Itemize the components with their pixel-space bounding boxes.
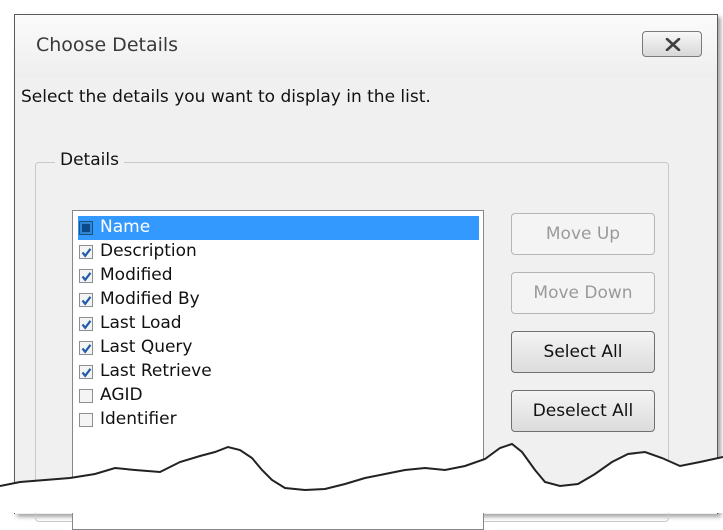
title-bar[interactable]: Choose Details [15, 15, 717, 77]
list-item-description[interactable]: Description [78, 240, 479, 264]
list-item-label: Last Load [100, 313, 182, 333]
checkbox[interactable] [79, 317, 93, 331]
list-item-modified[interactable]: Modified [78, 264, 479, 288]
select-all-button[interactable]: Select All [511, 331, 655, 373]
check-icon [81, 320, 92, 330]
list-item-label: Identifier [100, 409, 177, 429]
check-icon [81, 344, 92, 354]
close-button[interactable] [642, 31, 702, 57]
list-item-label: Last Query [100, 337, 193, 357]
checkbox[interactable] [79, 341, 93, 355]
checkbox[interactable] [79, 389, 93, 403]
check-icon [81, 248, 92, 258]
list-item-label: AGID [100, 385, 143, 405]
details-group-label: Details [55, 150, 124, 170]
checkbox[interactable] [79, 365, 93, 379]
check-icon [81, 296, 92, 306]
list-item-identifier[interactable]: Identifier [78, 408, 479, 432]
close-icon [665, 38, 681, 51]
check-icon [81, 272, 92, 282]
list-item-modified-by[interactable]: Modified By [78, 288, 479, 312]
list-item-label: Modified [100, 265, 173, 285]
dialog-title: Choose Details [36, 34, 179, 56]
checkbox[interactable] [79, 293, 93, 307]
list-item-label: Modified By [100, 289, 200, 309]
list-item-label: Description [100, 241, 197, 261]
torn-edge [0, 442, 723, 513]
deselect-all-button[interactable]: Deselect All [511, 390, 655, 432]
checkbox[interactable] [79, 269, 93, 283]
list-item-label: Name [100, 217, 151, 237]
check-icon [81, 368, 92, 378]
list-item-last-query[interactable]: Last Query [78, 336, 479, 360]
list-item-last-load[interactable]: Last Load [78, 312, 479, 336]
checkbox[interactable] [79, 413, 93, 427]
checkbox[interactable] [79, 245, 93, 259]
list-item-last-retrieve[interactable]: Last Retrieve [78, 360, 479, 384]
list-item-name[interactable]: Name [78, 216, 479, 240]
list-item-agid[interactable]: AGID [78, 384, 479, 408]
move-up-button[interactable]: Move Up [511, 213, 655, 255]
list-item-label: Last Retrieve [100, 361, 212, 381]
instruction-text: Select the details you want to display i… [21, 87, 431, 107]
move-down-button[interactable]: Move Down [511, 272, 655, 314]
checkbox[interactable] [79, 221, 93, 235]
